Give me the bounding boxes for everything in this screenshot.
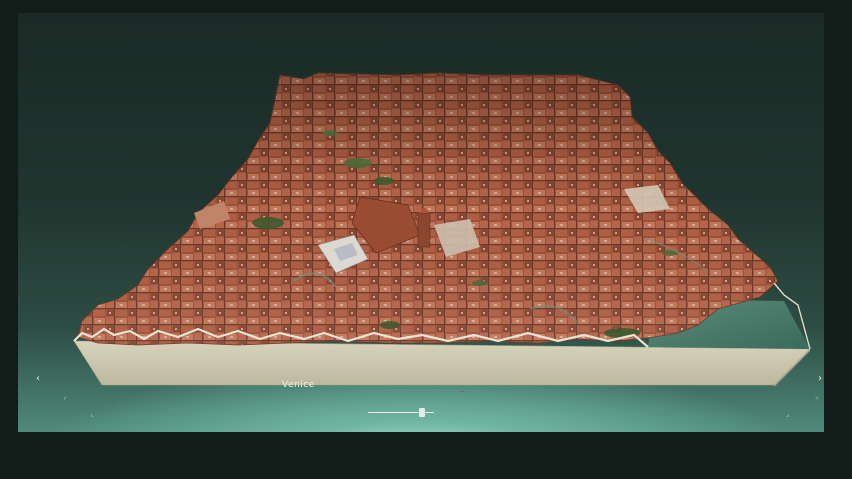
slab-mark xyxy=(460,391,465,392)
3d-viewport[interactable]: Venice xyxy=(18,13,824,432)
arrow-top-left-icon[interactable]: ⌜ xyxy=(64,396,67,406)
slider-thumb[interactable] xyxy=(419,408,425,417)
chevron-right-icon[interactable]: › xyxy=(818,374,822,384)
arrow-top-right-icon[interactable]: ⌝ xyxy=(815,396,818,406)
arrow-bottom-left-icon[interactable]: ⌞ xyxy=(91,410,94,420)
venice-3d-model[interactable] xyxy=(18,13,824,432)
garden xyxy=(252,217,284,229)
zoom-slider[interactable] xyxy=(368,408,434,417)
bell-tower xyxy=(417,212,431,248)
chevron-left-icon[interactable]: ‹ xyxy=(36,374,40,384)
model-title-label: Venice xyxy=(282,380,315,390)
model-viewer-window: Venice ‹ › ⌜ ⌞ ⌟ ⌝ xyxy=(0,0,852,479)
arrow-bottom-right-icon[interactable]: ⌟ xyxy=(786,410,789,420)
